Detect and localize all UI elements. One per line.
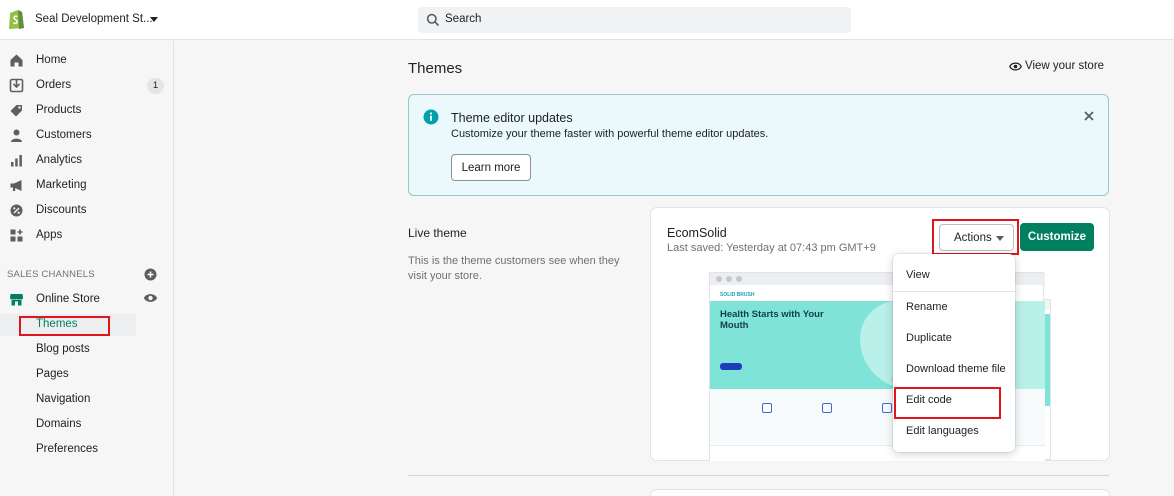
- sidebar-item-marketing[interactable]: Marketing: [0, 175, 174, 197]
- sidebar-subitem-label: Domains: [36, 418, 82, 430]
- home-icon: [10, 54, 23, 67]
- info-icon: [423, 109, 439, 125]
- add-channel-icon[interactable]: [144, 268, 157, 281]
- shield-icon: [882, 403, 892, 413]
- megaphone-icon: [10, 180, 22, 191]
- preview-brand: SOLID BRUSH: [720, 292, 755, 298]
- apps-icon: [10, 229, 23, 242]
- banner-description: Customize your theme faster with powerfu…: [451, 128, 769, 140]
- sidebar-subitem-preferences[interactable]: Preferences: [0, 439, 136, 461]
- preview-dot: [726, 276, 732, 282]
- theme-editor-banner: Theme editor updates Customize your them…: [408, 94, 1109, 196]
- store-switcher-caret-icon[interactable]: [150, 17, 158, 22]
- person-icon: [11, 129, 22, 142]
- sidebar-item-label: Marketing: [36, 179, 87, 191]
- sidebar-item-label: Home: [36, 54, 67, 66]
- eye-icon: [1009, 62, 1022, 71]
- orders-count-badge: 1: [147, 78, 164, 94]
- sidebar-subitem-navigation[interactable]: Navigation: [0, 389, 136, 411]
- search-placeholder: Search: [445, 13, 482, 25]
- menu-item-label: Rename: [906, 301, 948, 313]
- sidebar-item-analytics[interactable]: Analytics: [0, 150, 174, 172]
- orders-icon: [9, 78, 24, 93]
- top-bar: Seal Development St... Search: [0, 0, 1174, 40]
- sidebar-subitem-label: Preferences: [36, 443, 99, 455]
- theme-name: EcomSolid: [667, 226, 727, 240]
- discount-icon: [10, 204, 23, 217]
- sidebar-item-label: Orders: [36, 79, 72, 91]
- menu-item-duplicate[interactable]: Duplicate: [893, 325, 1015, 353]
- preview-hero-button: [720, 363, 742, 370]
- sidebar-subitem-label: Navigation: [36, 393, 91, 405]
- sidebar-item-label: Online Store: [36, 293, 100, 305]
- sidebar-item-orders[interactable]: Orders 1: [0, 75, 174, 97]
- sidebar-item-label: Apps: [36, 229, 63, 241]
- preview-dot: [716, 276, 722, 282]
- view-store-label: View your store: [1025, 60, 1105, 72]
- highlight-box-themes: [19, 316, 110, 336]
- sidebar-item-apps[interactable]: Apps: [0, 225, 174, 247]
- learn-more-button[interactable]: Learn more: [451, 154, 531, 181]
- menu-item-label: Download theme file: [906, 363, 1006, 375]
- banner-title: Theme editor updates: [451, 111, 573, 125]
- sidebar-item-label: Customers: [36, 129, 92, 141]
- store-icon: [10, 294, 23, 306]
- sidebar-subitem-blog-posts[interactable]: Blog posts: [0, 339, 136, 361]
- close-icon[interactable]: [1083, 110, 1095, 122]
- preview-hero-heading: Health Starts with Your Mouth: [720, 309, 824, 331]
- sidebar-subitem-pages[interactable]: Pages: [0, 364, 136, 386]
- sidebar-subitem-label: Blog posts: [36, 343, 90, 355]
- sidebar: Home Orders 1 Products Customers Analyti…: [0, 41, 174, 496]
- menu-item-download-theme-file[interactable]: Download theme file: [893, 356, 1015, 384]
- sidebar-item-discounts[interactable]: Discounts: [0, 200, 174, 222]
- calendar-icon: [762, 403, 772, 413]
- sidebar-item-label: Products: [36, 104, 82, 116]
- shopify-logo-icon[interactable]: [7, 9, 25, 30]
- live-theme-heading: Live theme: [408, 226, 467, 240]
- highlight-box-edit-code: [894, 387, 1001, 419]
- battery-icon: [822, 403, 832, 413]
- sidebar-subitem-domains[interactable]: Domains: [0, 414, 136, 436]
- sidebar-subitem-label: Pages: [36, 368, 69, 380]
- sidebar-item-label: Analytics: [36, 154, 83, 166]
- menu-item-rename[interactable]: Rename: [893, 294, 1015, 322]
- section-divider: [408, 475, 1109, 476]
- live-theme-description: This is the theme customers see when the…: [408, 255, 620, 282]
- sidebar-item-label: Discounts: [36, 204, 87, 216]
- page-title: Themes: [408, 60, 463, 77]
- highlight-box-actions: [932, 219, 1019, 255]
- eye-icon[interactable]: [143, 292, 158, 304]
- sidebar-item-home[interactable]: Home: [0, 50, 174, 72]
- menu-item-label: Duplicate: [906, 332, 952, 344]
- sales-channels-heading: SALES CHANNELS: [7, 269, 95, 280]
- menu-item-view[interactable]: View: [893, 262, 1015, 290]
- menu-item-edit-languages[interactable]: Edit languages: [893, 418, 1015, 446]
- preview-dot: [736, 276, 742, 282]
- menu-item-label: View: [906, 269, 930, 281]
- customize-button[interactable]: Customize: [1020, 223, 1094, 251]
- menu-item-label: Edit languages: [906, 425, 979, 437]
- bar-chart-icon: [11, 155, 22, 167]
- sidebar-item-products[interactable]: Products: [0, 100, 174, 122]
- store-name[interactable]: Seal Development St...: [35, 13, 153, 25]
- sidebar-item-customers[interactable]: Customers: [0, 125, 174, 147]
- actions-menu: View Rename Duplicate Download theme fil…: [893, 254, 1015, 452]
- tag-icon: [10, 105, 22, 117]
- theme-library-card: [651, 490, 1109, 496]
- menu-divider: [893, 291, 1015, 292]
- search-bar[interactable]: Search: [418, 7, 851, 33]
- theme-last-saved: Last saved: Yesterday at 07:43 pm GMT+9: [667, 242, 876, 254]
- search-icon: [426, 13, 440, 27]
